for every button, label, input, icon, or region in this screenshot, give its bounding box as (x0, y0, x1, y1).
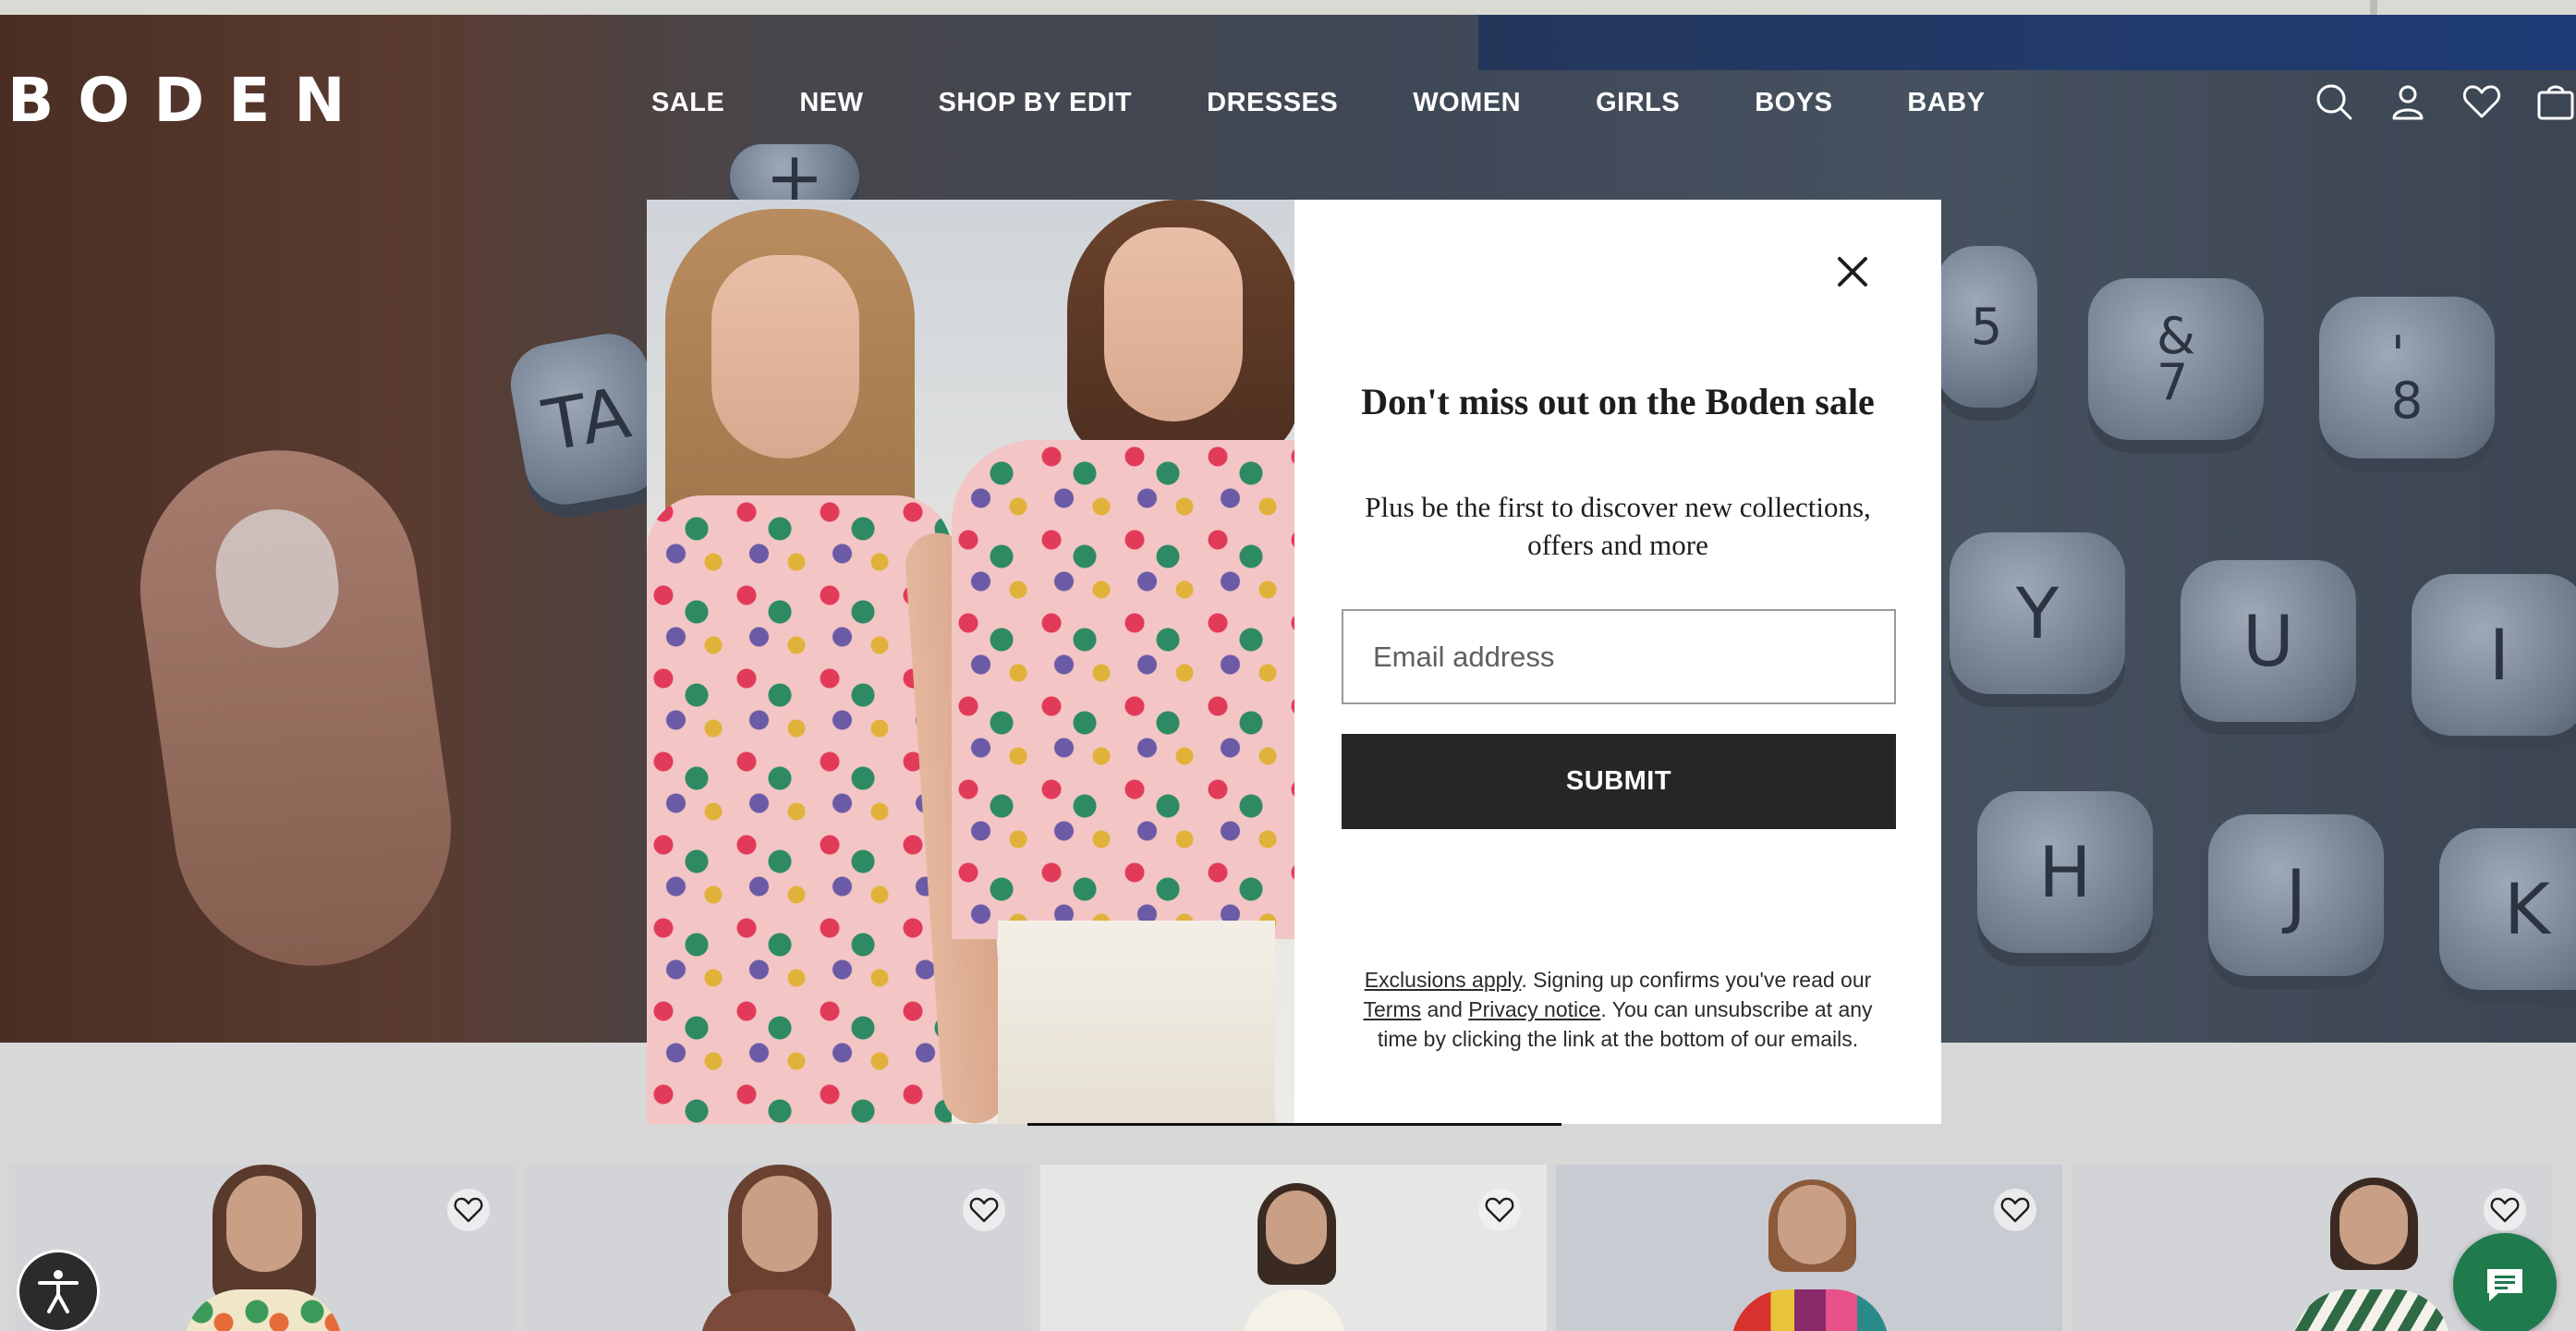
product-image (1722, 1165, 1898, 1331)
boden-logo[interactable]: BODEN (7, 68, 370, 133)
wishlist-button[interactable] (1994, 1189, 2036, 1231)
wishlist-button[interactable] (963, 1189, 1005, 1231)
modal-content: Don't miss out on the Boden sale Plus be… (1294, 200, 1941, 1124)
legal-text: and (1421, 997, 1469, 1021)
typewriter-key: U (2181, 560, 2356, 722)
header-icons (2314, 81, 2576, 122)
accessibility-button[interactable] (17, 1250, 100, 1331)
bag-icon[interactable] (2535, 81, 2576, 122)
heart-outline-icon (454, 1197, 483, 1223)
nav-item-shop-by-edit[interactable]: SHOP BY EDIT (939, 87, 1133, 118)
nav-item-boys[interactable]: BOYS (1755, 87, 1832, 118)
privacy-notice-link[interactable]: Privacy notice (1468, 997, 1600, 1021)
product-image (176, 1165, 351, 1331)
legal-notice: Exclusions apply. Signing up confirms yo… (1350, 965, 1886, 1054)
nav-item-girls[interactable]: GIRLS (1596, 87, 1680, 118)
product-image (691, 1165, 867, 1331)
newsletter-signup-modal: Don't miss out on the Boden sale Plus be… (647, 200, 1941, 1124)
account-icon[interactable] (2388, 81, 2428, 122)
typewriter-key: 5 (1936, 246, 2037, 408)
nav-item-women[interactable]: WOMEN (1413, 87, 1521, 118)
heart-outline-icon (1485, 1197, 1514, 1223)
product-card[interactable] (525, 1165, 1031, 1331)
nav-item-baby[interactable]: BABY (1907, 87, 1985, 118)
accessibility-icon (38, 1270, 79, 1313)
scrollbar-thumb[interactable] (2370, 0, 2377, 15)
typewriter-key: Y (1950, 532, 2125, 694)
modal-subtitle: Plus be the first to discover new collec… (1365, 491, 1871, 561)
product-card[interactable] (1040, 1165, 1547, 1331)
modal-promo-image (647, 200, 1294, 1124)
heart-outline-icon (2490, 1197, 2520, 1223)
nav-item-dresses[interactable]: DRESSES (1207, 87, 1338, 118)
product-grid (9, 1165, 2576, 1331)
typewriter-key: K (2439, 828, 2576, 990)
main-nav: SALE NEW SHOP BY EDIT DRESSES WOMEN GIRL… (651, 87, 1986, 118)
wishlist-button[interactable] (2484, 1189, 2526, 1231)
email-field[interactable] (1342, 609, 1896, 704)
typewriter-key: ' 8 (2319, 297, 2495, 458)
close-icon (1838, 257, 1867, 287)
product-image (2284, 1165, 2460, 1331)
divider (1027, 1123, 1561, 1126)
wishlist-heart-icon[interactable] (2461, 81, 2502, 122)
nav-item-new[interactable]: NEW (799, 87, 863, 118)
close-button[interactable] (1830, 250, 1875, 294)
heart-outline-icon (2000, 1197, 2030, 1223)
wishlist-button[interactable] (447, 1189, 490, 1231)
nav-item-sale[interactable]: SALE (651, 87, 724, 118)
heart-outline-icon (969, 1197, 999, 1223)
search-icon[interactable] (2314, 81, 2354, 122)
product-image (1207, 1165, 1382, 1331)
legal-text: . Signing up confirms you've read our (1521, 968, 1872, 992)
exclusions-link[interactable]: Exclusions apply (1365, 968, 1522, 992)
site-header: BODEN SALE NEW SHOP BY EDIT DRESSES WOME… (0, 15, 2576, 163)
chat-icon (2487, 1269, 2522, 1301)
typewriter-key: I (2412, 574, 2576, 736)
typewriter-key: H (1977, 791, 2153, 953)
product-card[interactable] (1556, 1165, 2062, 1331)
submit-button[interactable]: SUBMIT (1342, 734, 1896, 829)
typewriter-key: TA (504, 327, 670, 511)
typewriter-key: & 7 (2088, 278, 2264, 440)
modal-title: Don't miss out on the Boden sale (1361, 381, 1875, 422)
browser-top-strip (0, 0, 2576, 15)
terms-link[interactable]: Terms (1363, 997, 1421, 1021)
chat-button[interactable] (2453, 1233, 2557, 1331)
typewriter-key: J (2208, 814, 2384, 976)
wishlist-button[interactable] (1478, 1189, 1521, 1231)
